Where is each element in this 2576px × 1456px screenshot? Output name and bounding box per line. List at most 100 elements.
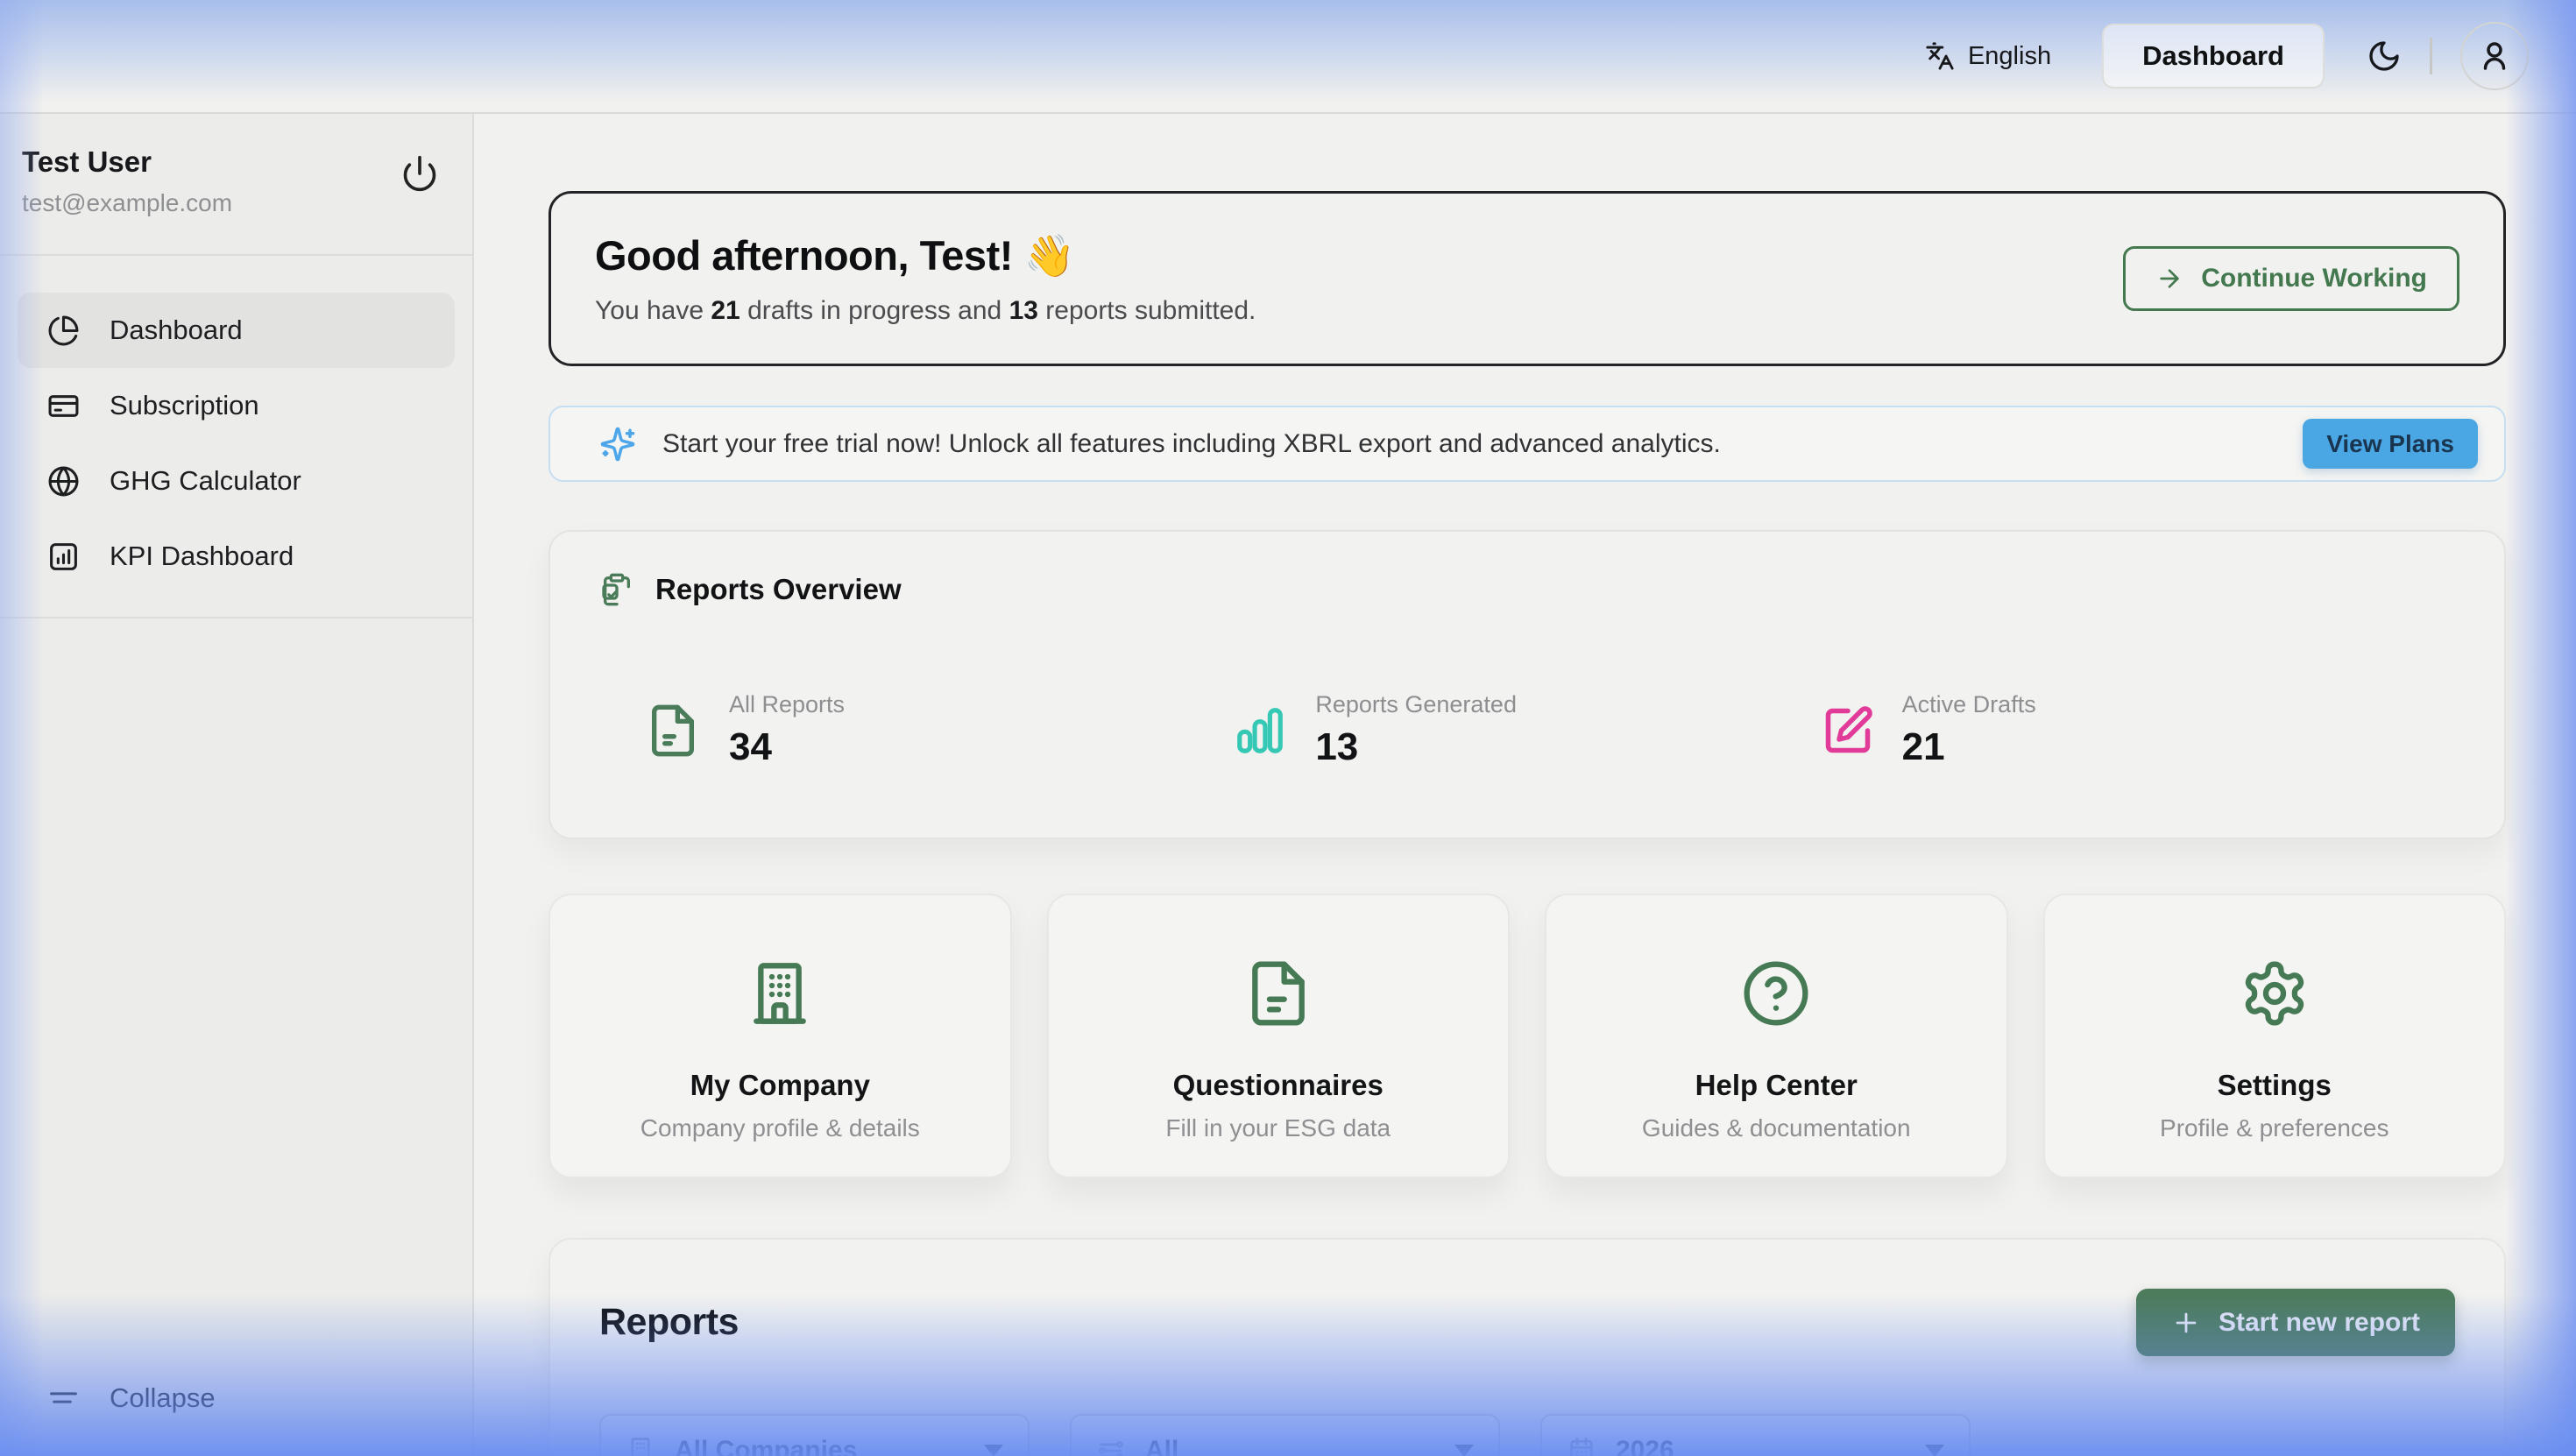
reports-overview-title: Reports Overview	[655, 573, 902, 606]
bar-chart-icon	[1233, 703, 1287, 758]
card-title: My Company	[690, 1069, 870, 1102]
card-title: Questionnaires	[1173, 1069, 1384, 1102]
sidebar-item-dashboard[interactable]: Dashboard	[18, 293, 455, 368]
start-new-report-button[interactable]: Start new report	[2136, 1289, 2455, 1356]
status-filter-select[interactable]: All	[1070, 1414, 1500, 1456]
stat-text: All Reports 34	[729, 691, 845, 769]
card-subtitle: Fill in your ESG data	[1165, 1114, 1391, 1142]
stat-label: Reports Generated	[1315, 691, 1517, 718]
gear-icon	[2240, 958, 2310, 1028]
arrow-right-icon	[2155, 265, 2183, 293]
file-icon	[645, 703, 701, 759]
square-pen-icon	[1822, 704, 1874, 757]
start-new-report-label: Start new report	[2219, 1308, 2420, 1338]
plus-icon	[2171, 1308, 2201, 1338]
reports-header: Reports Start new report	[599, 1289, 2455, 1356]
year-filter-value: 2026	[1616, 1436, 1674, 1456]
user-name: Test User	[22, 145, 437, 179]
sidebar: Test User test@example.com Dashboard Sub…	[0, 114, 474, 1456]
card-my-company[interactable]: My Company Company profile & details	[548, 894, 1012, 1178]
company-filter-value: All Companies	[675, 1436, 857, 1456]
wave-emoji: 👋	[1023, 232, 1074, 279]
reports-overview-card: Reports Overview All Reports 34	[548, 530, 2506, 839]
sidebar-user-block: Test User test@example.com	[0, 114, 472, 254]
dashboard-nav-button[interactable]: Dashboard	[2102, 24, 2325, 88]
building-icon	[626, 1436, 655, 1456]
globe-icon	[47, 465, 80, 498]
quick-cards-grid: My Company Company profile & details Que…	[548, 894, 2506, 1178]
power-icon	[400, 154, 439, 193]
sidebar-collapse-button[interactable]: Collapse	[0, 1382, 472, 1456]
reports-section: Reports Start new report All Companies	[548, 1238, 2506, 1456]
sidebar-spacer	[0, 618, 472, 1382]
trial-message: Start your free trial now! Unlock all fe…	[662, 429, 2303, 459]
stat-text: Reports Generated 13	[1315, 691, 1517, 769]
sidebar-item-label: Subscription	[110, 390, 259, 421]
sidebar-item-label: GHG Calculator	[110, 465, 301, 497]
stat-all-reports: All Reports 34	[645, 691, 1233, 769]
greeting-card: Good afternoon, Test! 👋 You have 21 draf…	[548, 191, 2506, 366]
kpi-square-icon	[47, 541, 80, 573]
building-icon	[745, 958, 815, 1028]
trial-banner: Start your free trial now! Unlock all fe…	[548, 406, 2506, 482]
sidebar-item-ghg-calculator[interactable]: GHG Calculator	[18, 443, 455, 519]
language-selector[interactable]: English	[1925, 41, 2051, 71]
card-settings[interactable]: Settings Profile & preferences	[2043, 894, 2507, 1178]
sidebar-item-kpi-dashboard[interactable]: KPI Dashboard	[18, 519, 455, 594]
pie-chart-icon	[47, 315, 80, 347]
calendar-icon	[1567, 1436, 1596, 1456]
greeting-sub-part: reports submitted.	[1038, 296, 1256, 325]
language-label: English	[1968, 42, 2051, 71]
view-plans-button[interactable]: View Plans	[2303, 419, 2478, 469]
greeting-title-text: Good afternoon, Test!	[595, 232, 1013, 279]
continue-working-button[interactable]: Continue Working	[2123, 246, 2459, 311]
drafts-count: 21	[711, 296, 740, 325]
card-subtitle: Company profile & details	[640, 1114, 920, 1142]
stat-label: Active Drafts	[1902, 691, 2036, 718]
sidebar-nav: Dashboard Subscription GHG Calculator KP…	[0, 256, 472, 617]
card-subtitle: Profile & preferences	[2160, 1114, 2388, 1142]
moon-icon	[2367, 39, 2402, 74]
stat-reports-generated: Reports Generated 13	[1233, 691, 1821, 769]
clipboard-check-icon	[599, 572, 634, 607]
status-filter-value: All	[1145, 1436, 1178, 1456]
greeting-sub-part: You have	[595, 296, 711, 325]
stat-value: 13	[1315, 725, 1517, 769]
help-circle-icon	[1741, 958, 1811, 1028]
stat-active-drafts: Active Drafts 21	[1822, 691, 2410, 769]
reports-overview-header: Reports Overview	[599, 572, 2455, 607]
reports-count: 13	[1009, 296, 1038, 325]
collapse-label: Collapse	[110, 1382, 216, 1414]
sparkles-icon	[599, 426, 636, 463]
card-help-center[interactable]: Help Center Guides & documentation	[1545, 894, 2008, 1178]
logout-button[interactable]	[400, 154, 439, 193]
file-text-icon	[1243, 958, 1313, 1028]
stat-value: 21	[1902, 725, 2036, 769]
reports-filters: All Companies All 2026	[599, 1414, 2455, 1456]
theme-toggle[interactable]	[2367, 39, 2402, 74]
reports-title: Reports	[599, 1301, 739, 1344]
greeting-text-block: Good afternoon, Test! 👋 You have 21 draf…	[595, 231, 1256, 326]
stat-label: All Reports	[729, 691, 845, 718]
app-body: Test User test@example.com Dashboard Sub…	[0, 114, 2576, 1456]
continue-working-label: Continue Working	[2201, 264, 2427, 293]
company-filter-select[interactable]: All Companies	[599, 1414, 1030, 1456]
chevron-down-icon	[1925, 1445, 1944, 1456]
user-icon	[2476, 38, 2513, 74]
main-content: Good afternoon, Test! 👋 You have 21 draf…	[474, 114, 2576, 1456]
sidebar-item-subscription[interactable]: Subscription	[18, 368, 455, 443]
sliders-icon	[1096, 1436, 1126, 1456]
year-filter-select[interactable]: 2026	[1540, 1414, 1971, 1456]
collapse-icon	[47, 1382, 80, 1414]
card-questionnaires[interactable]: Questionnaires Fill in your ESG data	[1047, 894, 1511, 1178]
greeting-subtitle: You have 21 drafts in progress and 13 re…	[595, 296, 1256, 326]
sidebar-item-label: Dashboard	[110, 315, 243, 346]
user-menu-button[interactable]	[2460, 22, 2529, 90]
topbar-divider	[2430, 38, 2432, 74]
card-subtitle: Guides & documentation	[1642, 1114, 1911, 1142]
stat-value: 34	[729, 725, 845, 769]
sidebar-item-label: KPI Dashboard	[110, 541, 294, 572]
card-title: Help Center	[1695, 1069, 1858, 1102]
credit-card-icon	[47, 390, 80, 422]
greeting-title: Good afternoon, Test! 👋	[595, 231, 1256, 280]
